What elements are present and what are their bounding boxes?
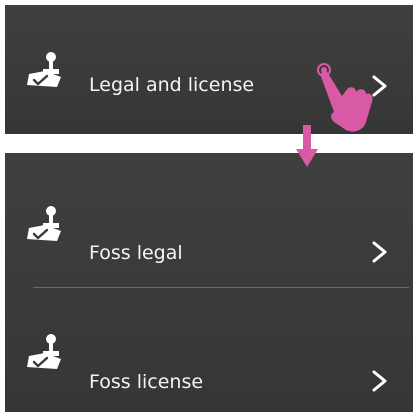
chevron-right-icon [371,241,389,263]
chevron-right-icon [371,370,389,392]
foss-menu-panel: Foss legal Foss license [5,153,413,412]
menu-item-foss-legal[interactable]: Foss legal [5,185,413,281]
tap-hand-icon [317,63,373,132]
menu-item-label: Foss legal [89,242,183,264]
stamp-icon [25,333,63,371]
stamp-icon [25,205,63,243]
stamp-icon [25,51,63,89]
divider [33,287,409,288]
menu-item-label: Legal and license [89,74,255,96]
menu-item-label: Foss license [89,371,204,393]
menu-item-foss-license[interactable]: Foss license [5,314,413,410]
